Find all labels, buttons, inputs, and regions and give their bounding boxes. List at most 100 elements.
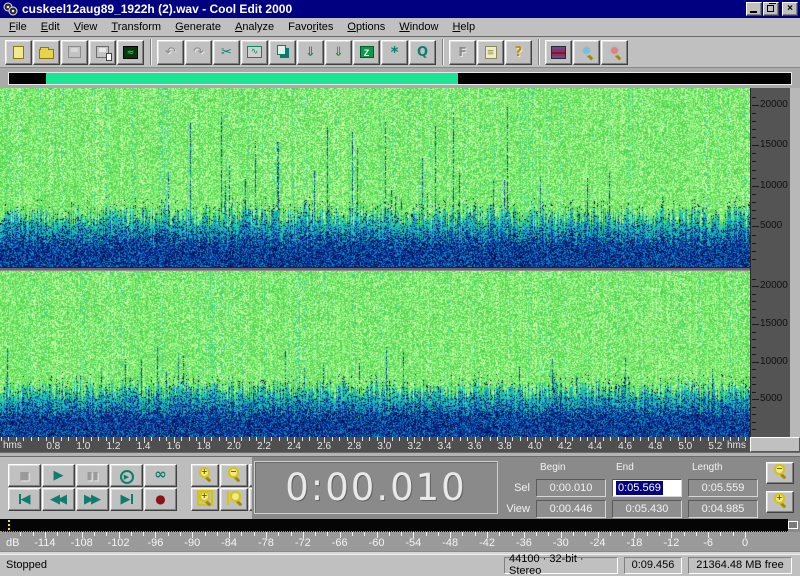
time-display-panel: 0:00.010 (254, 461, 498, 514)
restore-button[interactable] (763, 2, 779, 16)
menu-item-view[interactable]: View (67, 19, 105, 35)
zoom-left-edge-icon (227, 491, 241, 509)
insert-mix-button[interactable]: * (381, 40, 408, 65)
column-header-begin: Begin (536, 462, 606, 473)
mix-paste-icon: ⇓ (333, 46, 344, 59)
freq-tick-label: 10000 (760, 180, 788, 191)
stop-button[interactable]: ■ (8, 464, 41, 487)
spectral-view-icon (580, 45, 594, 59)
save-as-button[interactable] (89, 40, 116, 65)
open-file-button[interactable] (33, 40, 60, 65)
trim-button[interactable]: ∿ (241, 40, 268, 65)
position-marker[interactable] (8, 520, 10, 530)
view-length-field[interactable]: 0:04.985 (688, 500, 758, 518)
play-looped-button[interactable]: ▶ (110, 464, 143, 487)
db-tick-label: -18 (626, 537, 642, 549)
sel-begin-field[interactable]: 0:00.010 (536, 479, 606, 497)
view-extent-indicator[interactable] (46, 73, 458, 84)
menu-item-options[interactable]: Options (340, 19, 392, 35)
copy-button[interactable] (269, 40, 296, 65)
menu-item-transform[interactable]: Transform (104, 19, 168, 35)
save-file-button[interactable] (61, 40, 88, 65)
zoom-in-button[interactable]: + (191, 464, 219, 487)
control-panel: ■▶▮▮▶∞◀◀◀▶▶▶● +−+ 0:00.010 Begin End Len… (0, 457, 800, 519)
playback-position-bar[interactable] (0, 519, 788, 532)
db-tick-label: -42 (479, 537, 495, 549)
freq-tick-label: 15000 (760, 139, 788, 150)
menu-item-analyze[interactable]: Analyze (228, 19, 281, 35)
save-selection-button[interactable]: ≈ (117, 40, 144, 65)
db-tick-label: -114 (34, 537, 55, 549)
sel-end-field[interactable]: 0:05.569 (612, 479, 682, 497)
rewind-icon: ◀◀ (50, 492, 67, 507)
menu-item-help[interactable]: Help (445, 19, 482, 35)
db-tick-label: -84 (221, 537, 237, 549)
convert-sample-type-icon: Q (417, 46, 428, 59)
sel-length-field[interactable]: 0:05.559 (688, 479, 758, 497)
db-tick-label: -78 (258, 537, 274, 549)
script-icon: ≡ (485, 46, 497, 59)
view-begin-field[interactable]: 0:00.446 (536, 500, 606, 518)
waveform-view-button[interactable] (601, 40, 628, 65)
zoom-out-button[interactable]: − (220, 464, 248, 487)
spectrogram-right-channel[interactable] (0, 271, 750, 437)
play-looped-icon: ▶ (120, 468, 134, 484)
time-tick-label: 3.0 (377, 441, 391, 452)
level-meter-end-box (788, 521, 798, 529)
file-overview-bar[interactable] (8, 72, 792, 85)
frequency-analysis-button[interactable] (545, 40, 572, 65)
help-icon: ? (515, 46, 523, 59)
paste-to-new-button[interactable]: Z (353, 40, 380, 65)
db-tick-label: -48 (442, 537, 458, 549)
zoom-left-edge-button[interactable] (220, 488, 248, 511)
current-time-display: 0:00.010 (285, 469, 466, 506)
view-end-field[interactable]: 0:05.430 (612, 500, 682, 518)
menu-item-generate[interactable]: Generate (168, 19, 228, 35)
favorites-button[interactable]: F (449, 40, 476, 65)
undo-button[interactable]: ↶ (157, 40, 184, 65)
spectral-view-button[interactable] (573, 40, 600, 65)
time-tick-label: 2.4 (287, 441, 301, 452)
go-to-start-button[interactable]: ◀ (8, 488, 41, 511)
menu-item-edit[interactable]: Edit (34, 19, 67, 35)
script-button[interactable]: ≡ (477, 40, 504, 65)
close-icon: × (787, 4, 793, 14)
mix-paste-button[interactable]: ⇓ (325, 40, 352, 65)
freq-tick-label: 5000 (760, 220, 782, 231)
vertical-zoom-buttons: −+ (766, 462, 794, 513)
close-button[interactable]: × (782, 2, 798, 16)
record-button[interactable]: ● (144, 488, 177, 511)
play-button[interactable]: ▶ (42, 464, 75, 487)
redo-disabled-button[interactable]: ↷ (185, 40, 212, 65)
waveform-view-icon (608, 45, 622, 59)
fast-forward-button[interactable]: ▶▶ (76, 488, 109, 511)
toolbar: ≈ ↶↷✂∿ ⇓ ⇓ Z* Q F ≡? (0, 37, 800, 68)
frequency-ruler[interactable]: 2000015000100005000 2000015000100005000 (750, 88, 790, 437)
menu-item-file[interactable]: File (2, 19, 34, 35)
menu-item-window[interactable]: Window (392, 19, 445, 35)
convert-sample-type-button[interactable]: Q (409, 40, 436, 65)
time-tick-label: 1.4 (137, 441, 151, 452)
title-bar: cuskeel12aug89_1922h (2).wav - Cool Edit… (0, 0, 800, 18)
help-button[interactable]: ? (505, 40, 532, 65)
time-tick-label: 4.0 (528, 441, 542, 452)
freq-tick-label: 20000 (760, 99, 788, 110)
transport-buttons: ■▶▮▮▶∞◀◀◀▶▶▶● (8, 464, 177, 519)
cut-button[interactable]: ✂ (213, 40, 240, 65)
pause-button[interactable]: ▮▮ (76, 464, 109, 487)
zoom-vertical-in-button[interactable]: + (766, 491, 794, 513)
new-file-button[interactable] (5, 40, 32, 65)
go-to-end-button[interactable]: ▶ (110, 488, 143, 511)
spectrogram-left-channel[interactable] (0, 88, 750, 267)
menu-item-favorites[interactable]: Favorites (281, 19, 340, 35)
paste-button[interactable]: ⇓ (297, 40, 324, 65)
db-ruler[interactable]: dB -114-108-102-96-90-84-78-72-66-60-54-… (0, 532, 800, 551)
loop-button[interactable]: ∞ (144, 464, 177, 487)
zoom-vertical-out-button[interactable]: − (766, 462, 794, 484)
copy-icon (277, 47, 289, 57)
rewind-button[interactable]: ◀◀ (42, 488, 75, 511)
time-unit-left: hms (3, 440, 22, 451)
zoom-full-button[interactable]: + (191, 488, 219, 511)
time-ruler[interactable]: 0.81.01.21.41.61.82.02.22.42.62.83.03.23… (0, 437, 800, 452)
minimize-button[interactable] (746, 2, 762, 16)
